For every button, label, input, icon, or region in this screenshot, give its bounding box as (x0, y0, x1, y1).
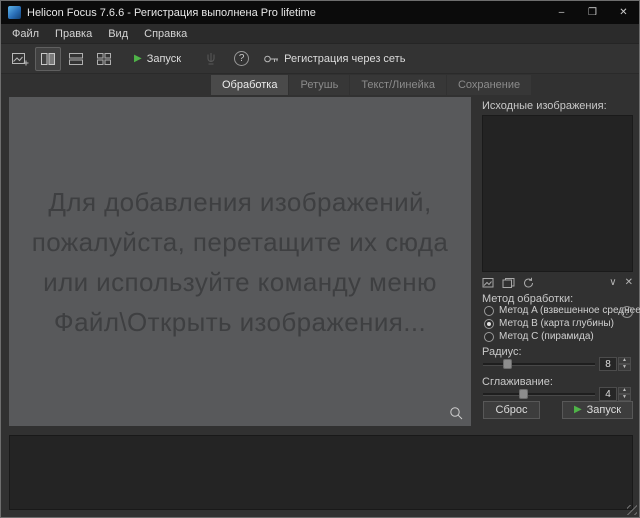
app-icon (8, 6, 21, 19)
radius-label: Радиус: (482, 346, 522, 358)
drop-hint-line: Для добавления изображений, (48, 186, 432, 217)
menu-view[interactable]: Вид (100, 25, 136, 43)
slider-thumb[interactable] (519, 389, 528, 399)
log-console[interactable] (9, 435, 633, 510)
menubar: Файл Правка Вид Справка (1, 24, 639, 44)
view-split-horizontal-button[interactable] (63, 47, 89, 71)
split-horizontal-icon (68, 52, 84, 66)
resize-grip[interactable] (627, 505, 637, 515)
split-vertical-icon (40, 52, 56, 66)
close-button[interactable]: ✕ (608, 1, 639, 24)
chevron-down-icon[interactable]: ∨ (609, 277, 616, 288)
spin-down-icon[interactable]: ▼ (618, 394, 631, 401)
radius-spinner: ▲ ▼ (618, 357, 631, 371)
method-b-option[interactable]: Метод B (карта глубины) (484, 318, 614, 329)
method-c-option[interactable]: Метод C (пирамида) (484, 331, 594, 342)
grid-view-icon (96, 52, 112, 66)
key-icon (263, 52, 279, 66)
drop-hint-line: Файл\Открыть изображения... (53, 306, 427, 337)
slider-thumb[interactable] (503, 359, 512, 369)
spin-up-icon[interactable]: ▲ (618, 387, 631, 394)
smoothing-value[interactable]: 4 (599, 387, 617, 401)
minimize-button[interactable]: – (546, 1, 577, 24)
app-window: Helicon Focus 7.6.6 - Регистрация выполн… (0, 0, 640, 518)
spin-up-icon[interactable]: ▲ (618, 357, 631, 364)
tab-saving[interactable]: Сохранение (446, 75, 532, 95)
clear-list-icon[interactable]: ✕ (625, 277, 633, 288)
titlebar: Helicon Focus 7.6.6 - Регистрация выполн… (1, 1, 639, 24)
add-image-small-icon[interactable] (482, 277, 495, 289)
method-help-button[interactable]: ? (621, 306, 633, 318)
reset-button[interactable]: Сброс (483, 401, 540, 419)
tab-processing[interactable]: Обработка (211, 75, 289, 95)
method-a-label: Метод A (взвешенное среднее) (499, 305, 640, 316)
add-image-icon (11, 51, 29, 67)
view-split-vertical-button[interactable] (35, 46, 61, 71)
source-images-label: Исходные изображения: (482, 100, 607, 112)
spin-down-icon[interactable]: ▼ (618, 364, 631, 371)
source-list-toolbar-right: ∨ ✕ (609, 277, 633, 288)
method-c-label: Метод C (пирамида) (499, 331, 594, 342)
toolbar-run-button[interactable]: ▶ Запуск (125, 49, 190, 69)
drop-hint-line: пожалуйста, перетащите их сюда (31, 226, 449, 257)
radio-icon[interactable] (484, 318, 494, 329)
register-network-label: Регистрация через сеть (284, 52, 406, 65)
tabstrip: Обработка Ретушь Текст/Линейка Сохранени… (211, 75, 532, 95)
help-button[interactable]: ? (234, 51, 250, 66)
tab-text-ruler[interactable]: Текст/Линейка (350, 75, 446, 95)
window-title: Helicon Focus 7.6.6 - Регистрация выполн… (27, 6, 316, 19)
menu-edit[interactable]: Правка (47, 25, 100, 43)
toolbar: ▶ Запуск ? Регистрация через сеть (1, 44, 639, 74)
image-stack-icon[interactable] (502, 277, 515, 289)
play-icon: ▶ (573, 404, 582, 415)
open-images-button[interactable] (7, 47, 33, 71)
radio-icon[interactable] (484, 305, 494, 316)
method-b-label: Метод B (карта глубины) (499, 318, 614, 329)
source-list-toolbar: ∨ ✕ (482, 275, 633, 290)
sidebar-run-button[interactable]: ▶ Запуск (562, 401, 633, 419)
slider-track (483, 363, 595, 366)
view-grid-button[interactable] (91, 47, 117, 71)
toolbar-run-label: Запуск (146, 52, 182, 65)
stop-icon (204, 51, 218, 66)
tab-retouch[interactable]: Ретушь (289, 75, 350, 95)
drop-hint-line: или используйте команду меню (43, 266, 437, 297)
smoothing-label: Сглаживание: (482, 376, 553, 388)
play-icon: ▶ (134, 52, 142, 64)
sidebar-run-label: Запуск (586, 404, 622, 416)
refresh-icon[interactable] (522, 277, 535, 289)
menu-file[interactable]: Файл (4, 25, 47, 43)
radius-value[interactable]: 8 (599, 357, 617, 371)
reset-label: Сброс (495, 404, 528, 416)
method-a-option[interactable]: Метод A (взвешенное среднее) (484, 305, 640, 316)
radio-icon[interactable] (484, 331, 494, 342)
maximize-button[interactable]: ❒ (577, 1, 608, 24)
register-network-button[interactable]: Регистрация через сеть (263, 52, 405, 66)
source-images-list[interactable] (482, 115, 633, 272)
window-controls: – ❒ ✕ (546, 1, 639, 24)
magnifier-icon (449, 406, 464, 421)
image-drop-zone[interactable]: Для добавления изображений, пожалуйста, … (9, 97, 471, 426)
slider-track (483, 393, 595, 396)
smoothing-spinner: ▲ ▼ (618, 387, 631, 401)
method-label: Метод обработки: (482, 293, 574, 305)
radius-slider[interactable] (483, 358, 595, 370)
smoothing-slider[interactable] (483, 388, 595, 400)
stop-processing-button (204, 51, 218, 66)
zoom-tool-button[interactable] (449, 406, 464, 421)
menu-help[interactable]: Справка (136, 25, 195, 43)
